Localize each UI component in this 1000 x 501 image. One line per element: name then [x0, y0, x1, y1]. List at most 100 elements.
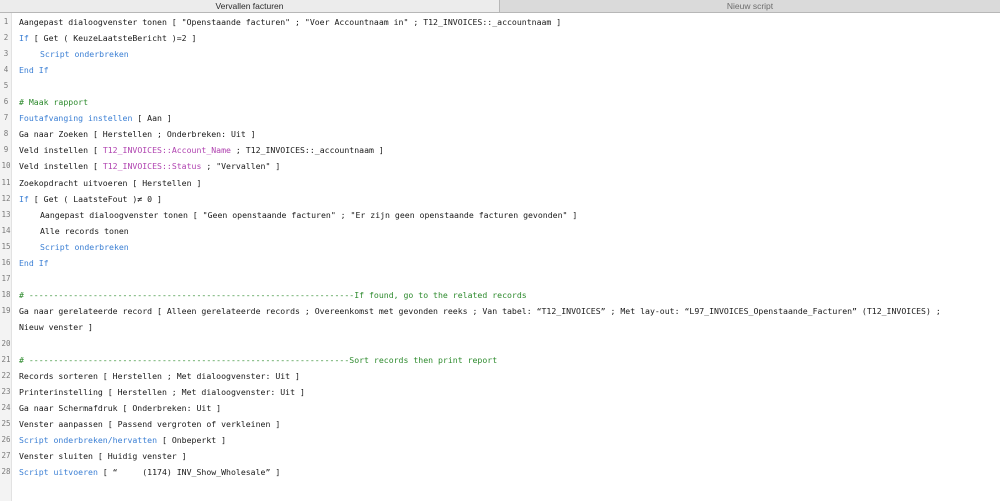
script-step: # --------------------------------------… — [19, 287, 527, 303]
step-text: Ga naar gerelateerde record [ Alleen ger… — [19, 306, 941, 317]
line-number: 1 — [3, 16, 9, 26]
script-step: Nieuw venster ] — [19, 319, 93, 335]
line-number: 15 — [1, 241, 11, 251]
control-keyword: End If — [19, 64, 49, 75]
script-line[interactable]: 7 Foutafvanging instellen [ Aan ] — [0, 110, 1000, 126]
script-step: End If — [19, 62, 49, 78]
control-keyword: Script uitvoeren — [19, 467, 98, 478]
script-line[interactable]: 19 Ga naar gerelateerde record [ Alleen g… — [0, 303, 1000, 319]
step-text: [ “ (1174) INV_Show_Wholesale” ] — [97, 467, 281, 478]
script-line[interactable]: 23 Printerinstelling [ Herstellen ; Met d… — [0, 384, 1000, 400]
line-number: 17 — [1, 274, 11, 284]
line-number: 4 — [3, 64, 9, 74]
script-line[interactable]: 12 If [ Get ( LaatsteFout )≠ 0 ] — [0, 191, 1000, 207]
line-number: 11 — [1, 177, 11, 187]
line-number: 19 — [1, 306, 11, 316]
script-line[interactable]: 5 — [0, 78, 1000, 94]
line-number: 26 — [1, 435, 11, 445]
comment-text: # --------------------------------------… — [19, 354, 498, 365]
script-line[interactable]: 26 Script onderbreken/hervatten [ Onbeper… — [0, 432, 1000, 448]
step-text: Alle records tonen — [40, 225, 129, 236]
script-step: Script uitvoeren [ “ (1174) INV_Show_Who… — [19, 464, 280, 480]
line-number: 22 — [1, 370, 11, 380]
control-keyword: Script onderbreken/hervatten — [19, 435, 158, 446]
script-line[interactable]: 8 Ga naar Zoeken [ Herstellen ; Onderbrek… — [0, 126, 1000, 142]
script-step: Aangepast dialoogvenster tonen [ "Geen o… — [40, 207, 577, 223]
control-keyword: Foutafvanging instellen — [19, 113, 133, 124]
script-line[interactable]: 18 # ------------------------------------… — [0, 287, 1000, 303]
script-line[interactable]: 3 Script onderbreken — [0, 46, 1000, 62]
line-number: 12 — [1, 193, 11, 203]
script-line[interactable]: 24 Ga naar Schermafdruk [ Onderbreken: Ui… — [0, 400, 1000, 416]
step-text: Ga naar Zoeken [ Herstellen ; Onderbreke… — [19, 129, 256, 140]
script-step: Script onderbreken — [40, 46, 129, 62]
tab-nieuw-script[interactable]: Nieuw script — [500, 0, 1000, 12]
script-line[interactable]: 20 — [0, 336, 1000, 352]
script-step: Records sorteren [ Herstellen ; Met dial… — [19, 368, 300, 384]
script-step: Venster aanpassen [ Passend vergroten of… — [19, 416, 280, 432]
step-text: Venster aanpassen [ Passend vergroten of… — [19, 419, 281, 429]
control-keyword: End If — [19, 258, 49, 268]
script-step: If [ Get ( KeuzeLaatsteBericht )=2 ] — [19, 30, 196, 46]
line-number: 23 — [1, 386, 11, 396]
step-text: [ Onbeperkt ] — [157, 435, 227, 446]
script-line[interactable]: 4 End If — [0, 62, 1000, 78]
script-step: Foutafvanging instellen [ Aan ] — [19, 110, 172, 126]
step-text: Printerinstelling [ Herstellen ; Met dia… — [19, 386, 305, 397]
line-number: 16 — [1, 258, 11, 267]
script-line[interactable]: 16 End If — [0, 255, 1000, 271]
comment-text: # --------------------------------------… — [19, 290, 527, 301]
script-step: Ga naar gerelateerde record [ Alleen ger… — [19, 303, 941, 319]
step-text: Records sorteren [ Herstellen ; Met dial… — [19, 370, 300, 381]
script-line[interactable]: 21 # ------------------------------------… — [0, 352, 1000, 368]
step-text: Ga naar Schermafdruk [ Onderbreken: Uit … — [19, 402, 222, 413]
script-line[interactable]: 11 Zoekopdracht uitvoeren [ Herstellen ] — [0, 175, 1000, 191]
step-text: Venster sluiten [ Huidig venster ] — [19, 451, 187, 462]
script-step: Script onderbreken/hervatten [ Onbeperkt… — [19, 432, 226, 448]
control-keyword: Script onderbreken — [40, 48, 129, 59]
script-step: Aangepast dialoogvenster tonen [ "Openst… — [19, 14, 561, 30]
line-number: 5 — [3, 80, 9, 90]
script-line[interactable]: 28 Script uitvoeren [ “ (1174) INV_Show_W… — [0, 464, 1000, 480]
comment-text: # Maak rapport — [19, 97, 89, 107]
control-keyword: If — [19, 32, 29, 43]
line-number: 9 — [3, 145, 9, 155]
line-number: 24 — [1, 402, 11, 412]
control-keyword: If — [19, 193, 29, 204]
script-line[interactable]: 6 # Maak rapport — [0, 94, 1000, 110]
script-step: Ga naar Zoeken [ Herstellen ; Onderbreke… — [19, 126, 256, 142]
script-line[interactable]: 25 Venster aanpassen [ Passend vergroten … — [0, 416, 1000, 432]
step-text: [ Get ( KeuzeLaatsteBericht )=2 ] — [28, 32, 197, 43]
script-step: # Maak rapport — [19, 94, 88, 110]
script-step: Veld instellen [ T12_INVOICES::Account_N… — [19, 142, 384, 158]
script-line[interactable]: 1 Aangepast dialoogvenster tonen [ "Opens… — [0, 14, 1000, 30]
tab-vervallen-facturen[interactable]: Vervallen facturen — [0, 0, 500, 12]
script-line[interactable]: 15 Script onderbreken — [0, 239, 1000, 255]
script-line[interactable]: 14 Alle records tonen — [0, 223, 1000, 239]
script-step: Alle records tonen — [40, 223, 129, 239]
script-line[interactable]: 22 Records sorteren [ Herstellen ; Met di… — [0, 368, 1000, 384]
step-text: Aangepast dialoogvenster tonen [ "Geen o… — [40, 209, 578, 220]
script-line[interactable]: 9 Veld instellen [ T12_INVOICES::Account_… — [0, 142, 1000, 158]
line-number: 21 — [1, 354, 11, 364]
script-line[interactable]: 2 If [ Get ( KeuzeLaatsteBericht )=2 ] — [0, 30, 1000, 46]
line-number: 14 — [1, 225, 11, 235]
script-line[interactable]: Nieuw venster ] — [0, 319, 1000, 335]
line-number: 8 — [3, 129, 9, 139]
step-text: Veld instellen [ — [19, 145, 103, 156]
step-text: Nieuw venster ] — [19, 322, 93, 333]
script-line[interactable]: 27 Venster sluiten [ Huidig venster ] — [0, 448, 1000, 464]
script-step: If [ Get ( LaatsteFout )≠ 0 ] — [19, 191, 162, 207]
line-number: 2 — [3, 32, 9, 42]
script-step: # --------------------------------------… — [19, 352, 497, 368]
step-text: ; "Vervallen" ] — [201, 161, 281, 172]
script-editor[interactable]: 1 Aangepast dialoogvenster tonen [ "Opens… — [0, 13, 1000, 501]
tab-bar: Vervallen facturen Nieuw script — [0, 0, 1000, 13]
step-text: [ Aan ] — [132, 113, 172, 124]
line-number: 28 — [1, 467, 11, 477]
line-number: 25 — [1, 419, 11, 428]
step-text: [ Get ( LaatsteFout )≠ 0 ] — [28, 193, 162, 204]
script-line[interactable]: 17 — [0, 271, 1000, 287]
script-line[interactable]: 13 Aangepast dialoogvenster tonen [ "Geen… — [0, 207, 1000, 223]
script-line[interactable]: 10 Veld instellen [ T12_INVOICES::Status … — [0, 158, 1000, 174]
